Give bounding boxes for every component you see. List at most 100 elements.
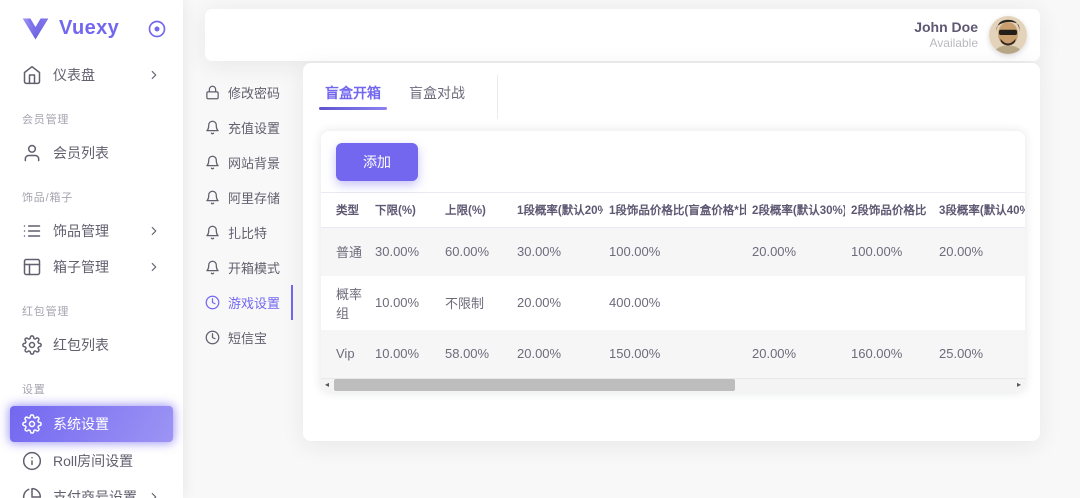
user-name: John Doe (914, 19, 978, 37)
column-header-seg2-price-ratio: 2段饰品价格比 (845, 193, 933, 228)
settings-menu-item-game-settings[interactable]: 游戏设置 (205, 285, 293, 320)
main-card: 盲盒开箱 盲盒对战 添加 类型 下限(%) 上限(%) (303, 63, 1040, 441)
brand-name: Vuexy (59, 17, 147, 40)
cell (933, 276, 1025, 330)
section-label-member: 会员管理 (10, 94, 173, 134)
sidebar-item-decor-mgmt[interactable]: 饰品管理 (10, 214, 173, 248)
tabs-row: 盲盒开箱 盲盒对战 (303, 63, 1040, 117)
cell: 160.00% (845, 330, 933, 378)
bell-icon (205, 225, 220, 240)
logo-row: Vuexy (0, 0, 183, 52)
user-status: Available (914, 36, 978, 51)
add-button[interactable]: 添加 (336, 143, 418, 181)
section-label-redpacket: 红包管理 (10, 286, 173, 326)
settings-menu-label: 短信宝 (228, 328, 267, 347)
chevron-right-icon (147, 224, 161, 238)
column-header-seg1-probability: 1段概率(默认20%) (511, 193, 603, 228)
cell: 10.00% (369, 330, 439, 378)
sidebar-item-label: 箱子管理 (53, 257, 109, 277)
user-icon (22, 143, 42, 163)
tab-blindbox-open[interactable]: 盲盒开箱 (323, 73, 383, 119)
sidebar-item-roll-room-settings[interactable]: Roll房间设置 (10, 444, 173, 478)
top-navbar: John Doe Available (205, 9, 1040, 61)
sidebar-item-label: 会员列表 (53, 143, 109, 163)
column-header-lower-limit: 下限(%) (369, 193, 439, 228)
cell: 100.00% (603, 228, 746, 276)
table-header: 类型 下限(%) 上限(%) 1段概率(默认20%) 1段饰品价格比(盲盒价格*… (321, 193, 1025, 228)
scrollbar-thumb[interactable] (334, 379, 735, 391)
settings-menu-label: 修改密码 (228, 83, 280, 102)
cell (746, 276, 845, 330)
probability-table: 类型 下限(%) 上限(%) 1段概率(默认20%) 1段饰品价格比(盲盒价格*… (321, 193, 1025, 378)
column-header-seg2-probability: 2段概率(默认30%) (746, 193, 845, 228)
tab-blindbox-battle[interactable]: 盲盒对战 (407, 73, 467, 119)
cell: 10.00% (369, 276, 439, 330)
sidebar-item-redpacket-list[interactable]: 红包列表 (10, 328, 173, 362)
section-label-settings: 设置 (10, 364, 173, 404)
cell: 400.00% (603, 276, 746, 330)
chevron-right-icon (147, 260, 161, 274)
cell: 30.00% (511, 228, 603, 276)
cell: 100.00% (845, 228, 933, 276)
clock-icon (205, 295, 220, 310)
settings-menu-item-site-background[interactable]: 网站背景 (205, 145, 293, 180)
gear-icon (22, 414, 42, 434)
table-row: 普通 30.00% 60.00% 30.00% 100.00% 20.00% 1… (321, 228, 1025, 276)
horizontal-scrollbar[interactable]: ◂ ▸ (321, 378, 1025, 392)
settings-menu-item-recharge[interactable]: 充值设置 (205, 110, 293, 145)
sidebar-item-payment-merchant-settings[interactable]: 支付商号设置 (10, 480, 173, 498)
sidebar-item-label: 红包列表 (53, 335, 109, 355)
cell: 150.00% (603, 330, 746, 378)
sidebar-item-dashboard[interactable]: 仪表盘 (10, 58, 173, 92)
column-header-seg1-price-ratio: 1段饰品价格比(盲盒价格*比例) (603, 193, 746, 228)
settings-menu: 修改密码 充值设置 网站背景 (205, 63, 293, 355)
cell: 60.00% (439, 228, 511, 276)
table-row: Vip 10.00% 58.00% 20.00% 150.00% 20.00% … (321, 330, 1025, 378)
sidebar-item-label: Roll房间设置 (53, 451, 133, 471)
content-area: John Doe Available (183, 0, 1080, 498)
toolbar: 添加 (321, 131, 1025, 193)
section-label-decor-box: 饰品/箱子 (10, 172, 173, 212)
menu-collapse-toggle-icon[interactable] (147, 19, 167, 39)
layout-icon (22, 257, 42, 277)
cell: 20.00% (746, 330, 845, 378)
cell: 概率组 (321, 276, 369, 330)
settings-menu-label: 网站背景 (228, 153, 280, 172)
app-root: Vuexy 仪表盘 会员管理 (0, 0, 1080, 498)
bell-icon (205, 190, 220, 205)
settings-menu-item-unbox-mode[interactable]: 开箱模式 (205, 250, 293, 285)
cell: 不限制 (439, 276, 511, 330)
cell: 30.00% (369, 228, 439, 276)
clock-icon (205, 330, 220, 345)
sidebar-item-system-settings[interactable]: 系统设置 (10, 406, 173, 442)
scroll-right-arrow-icon[interactable]: ▸ (1013, 378, 1025, 392)
sidebar: Vuexy 仪表盘 会员管理 (0, 0, 183, 498)
sidebar-item-member-list[interactable]: 会员列表 (10, 136, 173, 170)
user-block: John Doe Available (914, 19, 978, 52)
cell: Vip (321, 330, 369, 378)
settings-menu-item-ali-storage[interactable]: 阿里存储 (205, 180, 293, 215)
cell: 20.00% (933, 228, 1025, 276)
settings-menu-item-sms-bao[interactable]: 短信宝 (205, 320, 293, 355)
settings-menu-label: 充值设置 (228, 118, 280, 137)
scrollbar-track[interactable] (333, 378, 1013, 392)
settings-menu-label: 游戏设置 (228, 293, 280, 312)
chevron-right-icon (147, 68, 161, 82)
settings-menu-label: 阿里存储 (228, 188, 280, 207)
cell: 25.00% (933, 330, 1025, 378)
tab-divider (497, 75, 498, 119)
sidebar-nav: 仪表盘 会员管理 会员列表 饰品/箱子 饰品管理 (0, 52, 183, 498)
table-panel: 添加 类型 下限(%) 上限(%) 1段概率(默认20%) 1段饰品价格比(盲盒… (321, 131, 1025, 392)
cell: 20.00% (511, 276, 603, 330)
column-header-upper-limit: 上限(%) (439, 193, 511, 228)
scroll-left-arrow-icon[interactable]: ◂ (321, 378, 333, 392)
gear-icon (22, 335, 42, 355)
cell: 普通 (321, 228, 369, 276)
settings-menu-item-change-password[interactable]: 修改密码 (205, 75, 293, 110)
list-icon (22, 221, 42, 241)
avatar[interactable] (989, 16, 1027, 54)
sidebar-item-box-mgmt[interactable]: 箱子管理 (10, 250, 173, 284)
chevron-right-icon (147, 490, 161, 498)
lock-icon (205, 85, 220, 100)
settings-menu-item-zhabite[interactable]: 扎比特 (205, 215, 293, 250)
